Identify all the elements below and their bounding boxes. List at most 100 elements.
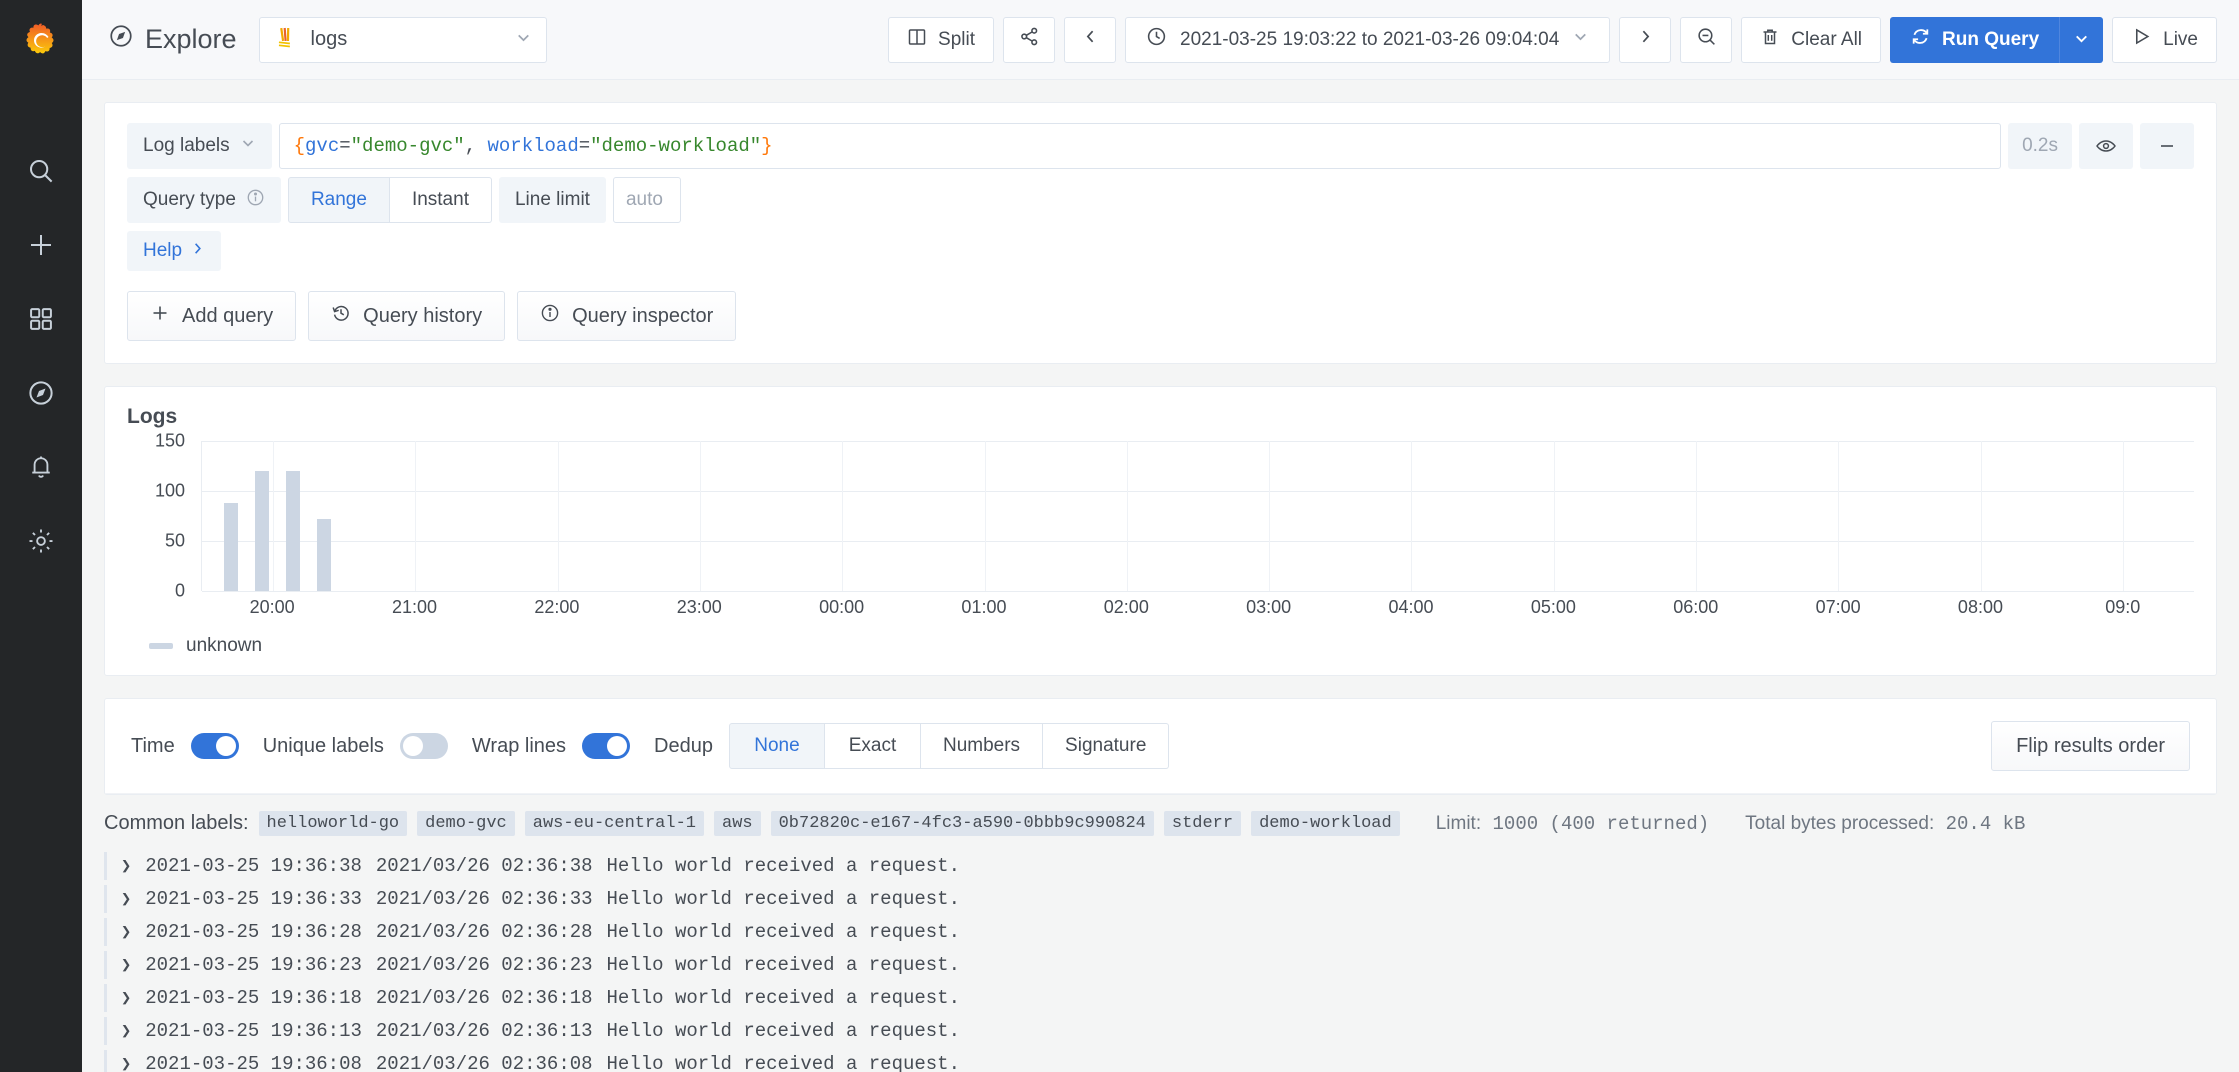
flip-results-order-button[interactable]: Flip results order [1991,721,2190,771]
wrap-lines-label: Wrap lines [471,734,567,757]
log-row[interactable]: ❯ 2021-03-25 19:36:18 2021/03/26 02:36:18 H… [104,984,2217,1012]
info-icon[interactable] [246,188,265,213]
collapse-query-icon[interactable] [2140,123,2194,169]
query-history-button[interactable]: Query history [308,291,506,341]
common-label-chip[interactable]: 0b72820c-e167-4fc3-a590-0bbb9c990824 [770,811,1154,836]
common-label-chip[interactable]: aws-eu-central-1 [524,811,704,836]
bar[interactable] [286,471,300,591]
toolbar-actions: Split 2021-03-25 19:03:22 to 2021-03-26 … [888,16,2217,63]
gridline [984,441,986,591]
log-inner-timestamp: 2021/03/26 02:36:08 [375,1053,593,1072]
common-label-chip[interactable]: demo-workload [1251,811,1400,836]
eye-icon[interactable] [2079,123,2133,169]
log-row[interactable]: ❯ 2021-03-25 19:36:08 2021/03/26 02:36:08 H… [104,1050,2217,1072]
sidebar [0,0,82,1072]
wrap-lines-toggle[interactable] [582,733,631,759]
bar[interactable] [317,519,331,591]
query-token: { [293,135,306,157]
run-query-options-button[interactable] [2059,16,2104,63]
query-type-instant[interactable]: Instant [389,177,492,223]
y-axis-tick: 0 [174,580,185,601]
graph-area[interactable]: 0 50 100 150 20:00 21:00 22:00 23:00 00:00 01:00… [135,431,2194,621]
plus-icon[interactable] [0,208,82,282]
dedup-option-none[interactable]: None [728,723,825,769]
clock-icon [1146,26,1167,53]
help-label: Help [143,240,183,261]
dashboards-icon[interactable] [0,282,82,356]
log-labels-button[interactable]: Log labels [127,123,272,169]
x-axis-tick: 23:00 [676,597,722,617]
log-row[interactable]: ❯ 2021-03-25 19:36:38 2021/03/26 02:36:38 H… [104,852,2217,880]
loki-logo-icon [278,27,290,47]
common-label-chip[interactable]: aws [714,811,761,836]
bar[interactable] [255,471,269,591]
page-title-label: Explore [145,24,237,54]
chevron-right-icon[interactable]: ❯ [121,1021,131,1042]
help-button[interactable]: Help [127,231,222,271]
legend-label[interactable]: unknown [186,635,262,657]
gear-icon[interactable] [0,504,82,578]
x-axis-tick: 08:00 [1957,597,2003,617]
zoom-out-icon [1696,26,1717,53]
graph-legend: unknown [127,621,2194,675]
log-message: Hello world received a request. [606,1053,960,1072]
log-message: Hello world received a request. [606,921,960,943]
grafana-logo[interactable] [0,0,82,82]
y-axis-tick: 100 [154,480,185,501]
log-row[interactable]: ❯ 2021-03-25 19:36:28 2021/03/26 02:36:28 H… [104,918,2217,946]
bar[interactable] [224,503,238,591]
split-button[interactable]: Split [888,16,994,63]
add-query-button[interactable]: Add query [127,291,297,341]
dedup-option-exact[interactable]: Exact [824,723,921,769]
chevron-right-icon[interactable]: ❯ [121,1054,131,1072]
dedup-option-numbers[interactable]: Numbers [920,723,1044,769]
query-type-range[interactable]: Range [287,177,390,223]
query-inspector-label: Query inspector [572,304,714,327]
chevron-right-icon[interactable]: ❯ [121,889,131,910]
plot-area[interactable] [201,441,2194,592]
line-limit-input[interactable] [612,177,681,223]
clear-all-button[interactable]: Clear All [1741,16,1882,63]
log-row[interactable]: ❯ 2021-03-25 19:36:33 2021/03/26 02:36:33 H… [104,885,2217,913]
zoom-out-button[interactable] [1680,16,1733,63]
time-prev-button[interactable] [1064,16,1116,63]
bell-icon[interactable] [0,430,82,504]
query-token: workload [487,135,579,157]
time-next-button[interactable] [1619,16,1672,63]
live-button[interactable]: Live [2112,16,2217,63]
query-token: = [339,135,351,157]
query-inspector-button[interactable]: Query inspector [517,291,737,341]
chevron-right-icon[interactable]: ❯ [121,922,131,943]
chevron-down-icon [2073,30,2090,50]
query-expression-input[interactable]: {gvc="demo-gvc", workload="demo-workload… [278,123,2002,169]
run-query-button[interactable]: Run Query [1890,16,2060,63]
common-label-chip[interactable]: stderr [1163,811,1242,836]
time-toggle[interactable] [190,733,239,759]
dedup-option-signature[interactable]: Signature [1043,723,1170,769]
common-label-chip[interactable]: demo-gvc [417,811,515,836]
play-icon [2131,26,2152,53]
time-label: Time [131,734,175,757]
log-row[interactable]: ❯ 2021-03-25 19:36:13 2021/03/26 02:36:13 H… [104,1017,2217,1045]
compass-icon[interactable] [0,356,82,430]
x-axis: 20:00 21:00 22:00 23:00 00:00 01:00 02:00 03:00… [201,597,2194,627]
share-button[interactable] [1003,16,1055,63]
log-row[interactable]: ❯ 2021-03-25 19:36:23 2021/03/26 02:36:23 H… [104,951,2217,979]
search-icon[interactable] [0,134,82,208]
x-axis-tick: 07:00 [1815,597,1861,617]
query-actions: Add query Query history Query inspector [127,291,2194,341]
chevron-right-icon[interactable]: ❯ [121,856,131,877]
datasource-picker[interactable]: logs [258,16,547,63]
x-axis-tick: 04:00 [1388,597,1434,617]
time-range-picker[interactable]: 2021-03-25 19:03:22 to 2021-03-26 09:04:… [1125,16,1611,63]
chevron-right-icon [190,240,205,262]
log-message: Hello world received a request. [606,1020,960,1042]
common-label-chip[interactable]: helloworld-go [258,811,408,836]
graph-title: Logs [127,405,178,428]
chevron-right-icon[interactable]: ❯ [121,955,131,976]
share-icon [1019,26,1040,53]
unique-labels-toggle[interactable] [399,733,448,759]
page-title: Explore [108,23,237,56]
chevron-right-icon[interactable]: ❯ [121,988,131,1009]
query-history-label: Query history [363,304,483,327]
